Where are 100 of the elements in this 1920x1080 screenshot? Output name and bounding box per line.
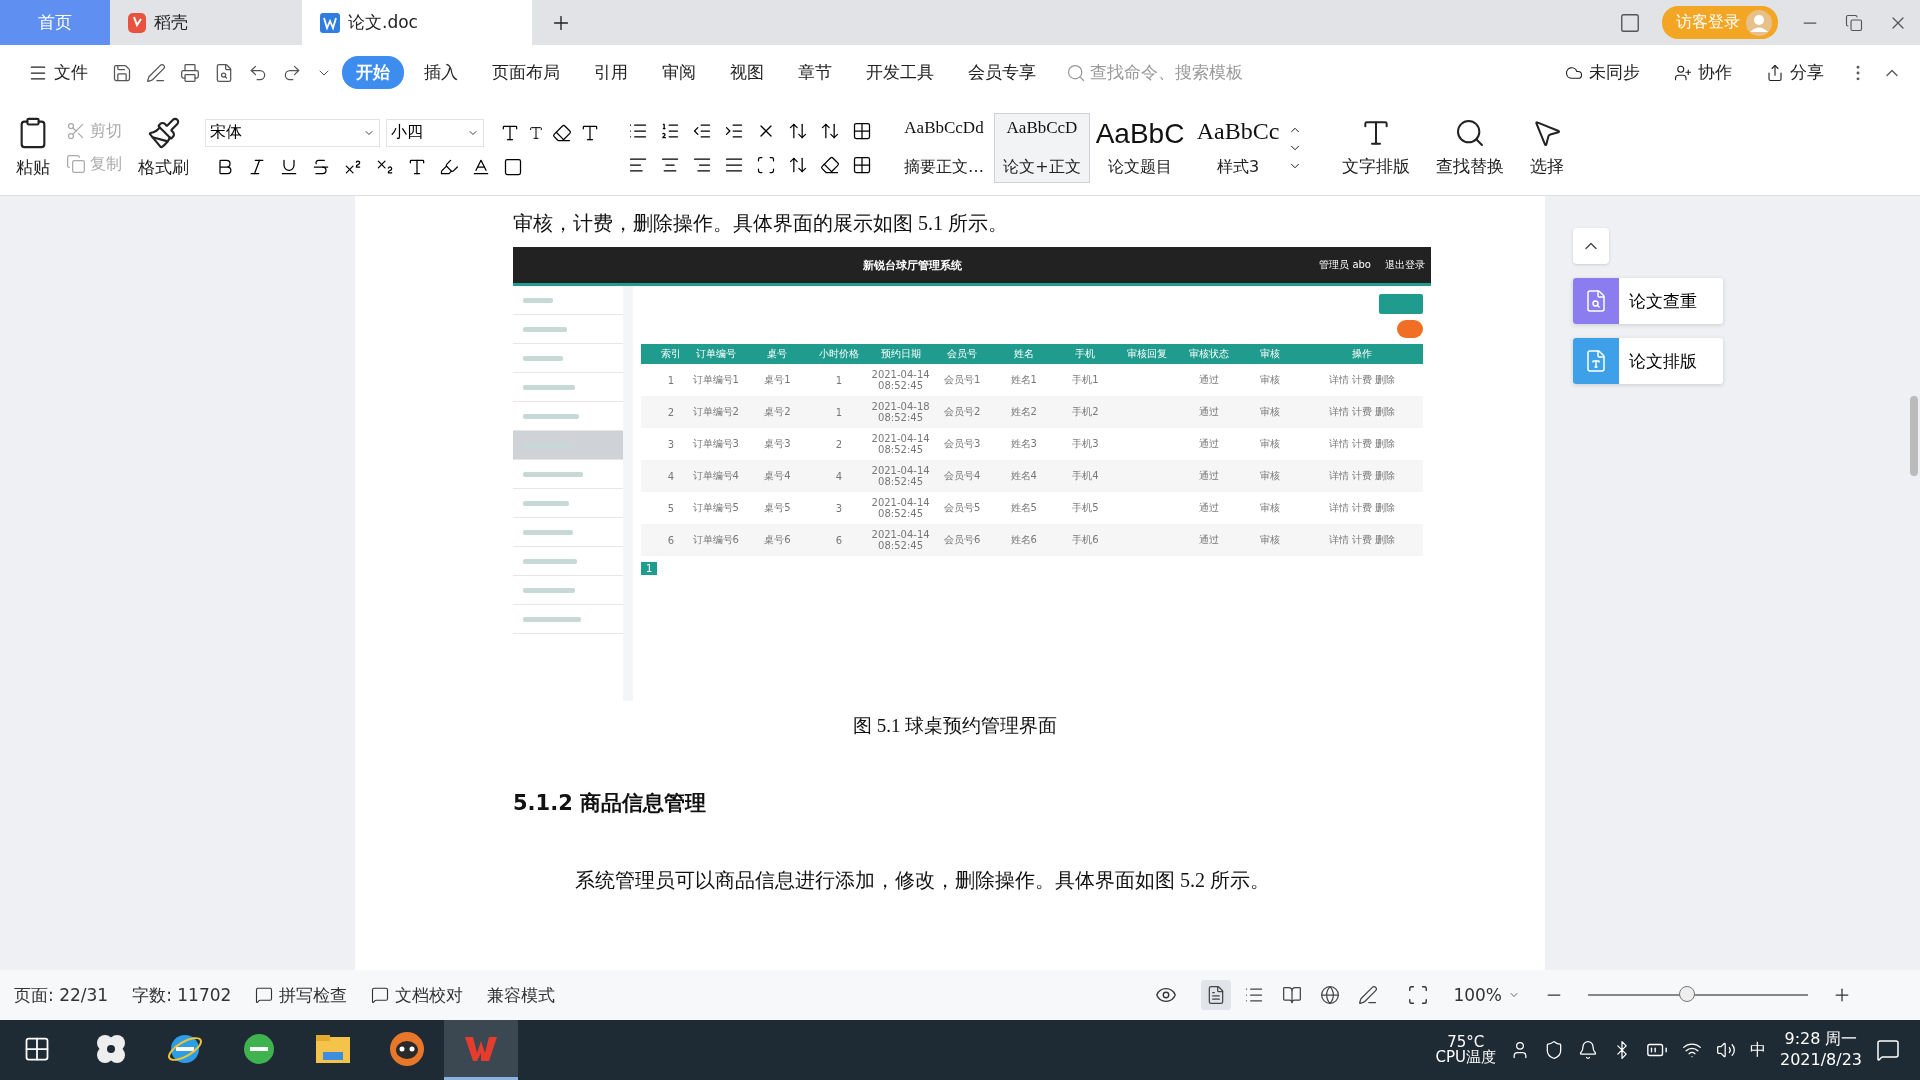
table-cell: 手机1	[1054, 364, 1117, 396]
table-cell: 详情 计费 删除	[1301, 460, 1423, 492]
table-header: 姓名	[992, 344, 1055, 364]
table-cell: 通过	[1177, 396, 1240, 428]
border-icon[interactable]	[852, 154, 872, 175]
ribbon-tab[interactable]: 页面布局	[478, 56, 574, 89]
table-cell: 姓名5	[992, 492, 1055, 524]
table-cell: 手机5	[1054, 492, 1117, 524]
table-cell: 2021-04-14 08:52:45	[869, 460, 932, 492]
ribbon-tab[interactable]: 会员专享	[954, 56, 1050, 89]
action-center-icon[interactable]	[1876, 1038, 1900, 1062]
volume-icon[interactable]	[1715, 1040, 1736, 1060]
table-cell: 通过	[1177, 364, 1240, 396]
table-cell: 审核	[1239, 428, 1301, 460]
add-user-icon[interactable]	[1674, 63, 1692, 82]
input-method-indicator[interactable]: 中	[1749, 1039, 1766, 1061]
table-cell: 1	[808, 396, 870, 428]
notification-icon[interactable]	[1577, 1040, 1598, 1060]
folder-icon[interactable]	[315, 1033, 351, 1064]
zoom-slider-thumb[interactable]	[1679, 986, 1695, 1002]
globe-icon[interactable]	[1320, 985, 1341, 1005]
format-painter-button[interactable]: 格式刷	[132, 116, 195, 179]
side-tool-card[interactable]: 论文排版	[1573, 338, 1723, 384]
spell-check-button[interactable]: 拼写检查	[255, 983, 348, 1007]
brush-icon[interactable]	[146, 116, 181, 150]
table-cell: 会员号4	[931, 460, 993, 492]
clock[interactable]: 9:28 周一 2021/8/23	[1779, 1029, 1862, 1071]
char-border-icon[interactable]	[503, 156, 523, 177]
fit-page-icon[interactable]	[1407, 984, 1430, 1006]
section-heading: 5.1.2 商品信息管理	[513, 790, 708, 817]
ribbon-tool-button[interactable]: 文字排版	[1336, 117, 1416, 178]
toolbar-action[interactable]: 未同步	[1551, 56, 1654, 89]
ribbon-tab[interactable]: 章节	[784, 56, 846, 89]
ribbon-tool-button[interactable]: 选择	[1524, 117, 1570, 178]
table-cell: 通过	[1177, 428, 1240, 460]
side-tool-card[interactable]: 论文查重	[1573, 278, 1723, 324]
table-cell: 订单编号1	[685, 364, 747, 396]
cpu-temperature: 75°C	[1447, 1035, 1485, 1050]
raccoon-icon[interactable]	[388, 1029, 426, 1068]
style-preset[interactable]: AaBbCc 样式3	[1190, 112, 1286, 183]
zoom-select[interactable]: 100%	[1453, 985, 1520, 1005]
table-cell: 手机6	[1054, 524, 1117, 556]
toolbar-action[interactable]: 分享	[1752, 56, 1838, 89]
table-cell: 审核	[1239, 524, 1301, 556]
table-cell: 2021-04-18 08:52:45	[869, 396, 932, 428]
font-size-select[interactable]: 小四	[386, 118, 484, 147]
ribbon-tab[interactable]: 插入	[410, 56, 472, 89]
print-icon[interactable]	[180, 62, 200, 83]
ribbon-tool-button[interactable]: 查找替换	[1430, 117, 1510, 178]
eraser-icon[interactable]	[552, 122, 572, 143]
logout-link[interactable]: 退出登录	[1385, 258, 1425, 272]
table-cell: 桌号4	[746, 460, 809, 492]
font-select[interactable]: 宋体	[205, 118, 380, 147]
table-cell: 审核	[1239, 492, 1301, 524]
save-icon[interactable]	[112, 62, 132, 83]
table-cell: 订单编号5	[685, 492, 747, 524]
table-cell: 订单编号6	[685, 524, 747, 556]
table-cell: 2021-04-14 08:52:45	[869, 492, 932, 524]
restore-icon[interactable]	[1845, 13, 1863, 32]
table-cell: 订单编号3	[685, 428, 747, 460]
toolbar-action[interactable]: 协作	[1660, 56, 1746, 89]
table-cell: 桌号3	[746, 428, 809, 460]
table-cell: 桌号2	[746, 396, 809, 428]
compat-mode-label: 兼容模式	[487, 983, 556, 1007]
add-button[interactable]	[1397, 320, 1423, 338]
style-preset[interactable]: AaBbCcDd 摘要正文…	[896, 112, 992, 183]
ribbon-tab[interactable]: 开发工具	[852, 56, 948, 89]
search-icon[interactable]	[1454, 117, 1486, 149]
body-text: 审核，计费，删除操作。具体界面的展示如图 5.1 所示。	[513, 211, 1009, 236]
table-cell: 1	[808, 364, 870, 396]
pen-icon[interactable]	[1358, 985, 1379, 1005]
book-icon[interactable]	[1282, 985, 1303, 1005]
window-mode-icon[interactable]	[1619, 11, 1641, 34]
ribbon-tab[interactable]: 视图	[716, 56, 778, 89]
table-cell: 2021-04-14 08:52:45	[869, 428, 932, 460]
proofread-button[interactable]: 文档校对	[371, 983, 464, 1007]
table-header: 会员号	[931, 344, 993, 364]
table-cell: 详情 计费 删除	[1301, 524, 1423, 556]
table-cell: 4	[657, 460, 685, 492]
file-menu[interactable]: 文件	[14, 56, 102, 89]
table-cell: 会员号6	[931, 524, 993, 556]
scroll-thumb[interactable]	[1910, 396, 1918, 476]
table-cell: 姓名1	[992, 364, 1055, 396]
document-format-icon[interactable]	[1584, 349, 1608, 373]
table-cell: 桌号1	[746, 364, 809, 396]
style-preset[interactable]: AaBbC 论文题目	[1092, 112, 1188, 183]
document-search-icon[interactable]	[1584, 289, 1608, 313]
ribbon-tab[interactable]: 引用	[580, 56, 642, 89]
doc-icon	[320, 12, 340, 33]
document-tab[interactable]: 论文.doc	[302, 0, 532, 45]
table-cell: 手机4	[1054, 460, 1117, 492]
paste-button[interactable]: 粘贴	[10, 116, 56, 179]
style-preset[interactable]: AaBbCcD 论文+正文	[994, 112, 1090, 183]
word-count: 字数: 11702	[132, 983, 232, 1007]
print-preview-icon[interactable]	[214, 62, 234, 83]
table-cell: 手机3	[1054, 428, 1117, 460]
app-title: 新锐台球厅管理系统	[861, 257, 963, 273]
table-cell: 4	[808, 460, 870, 492]
share-icon[interactable]	[1766, 63, 1784, 82]
ribbon-tab[interactable]: 审阅	[648, 56, 710, 89]
